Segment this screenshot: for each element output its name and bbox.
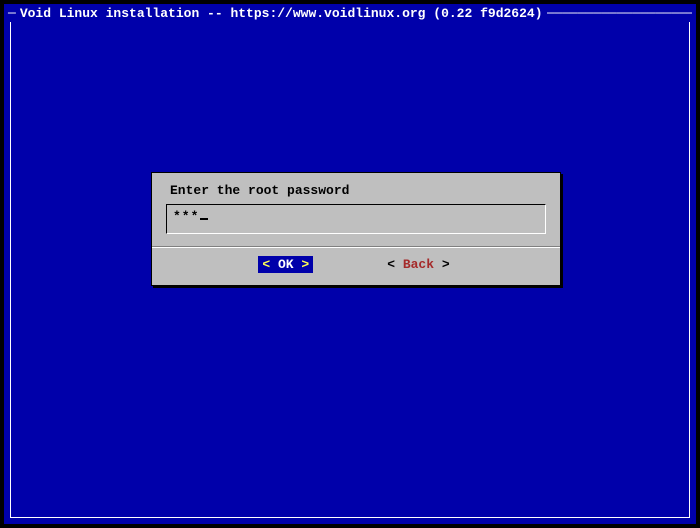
title-bar: ─ Void Linux installation -- https://www… (4, 4, 696, 22)
installer-screen: ─ Void Linux installation -- https://www… (4, 4, 696, 524)
back-rest: ack (411, 257, 434, 272)
text-cursor (200, 218, 208, 220)
chevron-right-icon: > (301, 257, 309, 272)
ok-button[interactable]: < OK > (258, 256, 313, 273)
back-hotkey: B (403, 257, 411, 272)
title-dash-right: ────────────────────────────────────────… (547, 6, 693, 21)
bracket-left: < (387, 257, 395, 272)
title-dash-left: ─ (8, 6, 16, 21)
prompt-label: Enter the root password (170, 183, 542, 198)
title-text: Void Linux installation -- https://www.v… (20, 6, 543, 21)
root-password-input[interactable]: *** (166, 204, 546, 234)
password-dialog: Enter the root password *** < OK > < Bac… (151, 172, 561, 286)
dialog-container: Enter the root password *** < OK > < Bac… (151, 172, 561, 286)
dialog-buttons: < OK > < Back > (164, 256, 548, 275)
ok-label: OK (278, 257, 294, 272)
chevron-left-icon: < (262, 257, 270, 272)
separator (152, 246, 560, 248)
back-button[interactable]: < Back > (383, 256, 453, 273)
bracket-right: > (442, 257, 450, 272)
password-mask: *** (173, 209, 199, 224)
